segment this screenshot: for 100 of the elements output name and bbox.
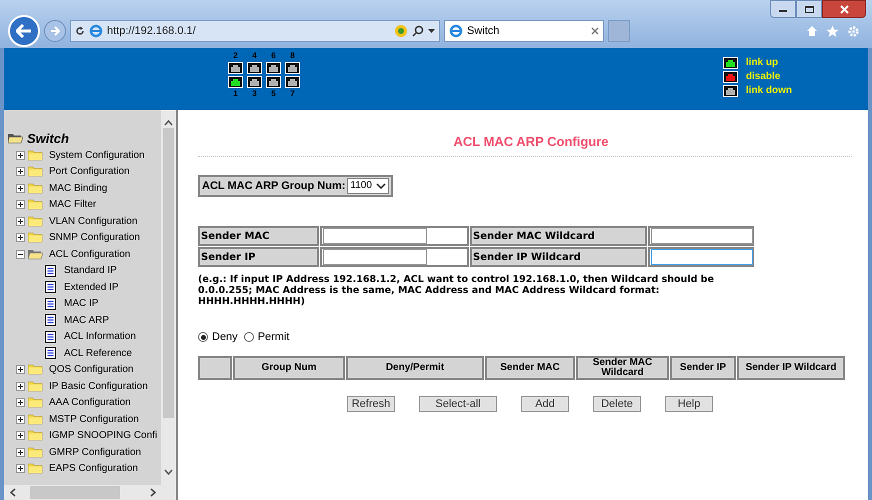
browser-tab[interactable]: Switch [444, 20, 604, 42]
scroll-down-icon[interactable] [164, 469, 173, 475]
text-input[interactable] [651, 228, 753, 244]
expand-icon[interactable] [16, 382, 25, 391]
legend-label: link up [746, 56, 778, 70]
folder-icon [28, 414, 43, 425]
tree-item[interactable]: MAC ARP [64, 312, 110, 328]
expand-icon[interactable] [16, 233, 25, 242]
action-button[interactable]: Help [665, 396, 713, 412]
star-icon[interactable] [826, 24, 839, 38]
field-label: Sender IP [198, 247, 319, 267]
legend-label: link down [746, 84, 792, 98]
tree-item[interactable]: GMRP Configuration [49, 444, 142, 460]
minimize-button[interactable] [770, 0, 796, 18]
scrollbar-thumb[interactable] [163, 128, 174, 418]
forward-button[interactable] [44, 20, 66, 42]
tree-item[interactable]: MAC Binding [49, 180, 108, 196]
tree-item[interactable]: IGMP SNOOPING Confi [49, 428, 158, 444]
expand-icon[interactable] [16, 398, 25, 408]
format-note: (e.g.: If input IP Address 192.168.1.2, ACL want to control 192.168.1.0, then Wildcard should be 0.0.0.255; MAC Address is the same, MAC Address and MAC Address Wildcard format: HHHH.HHHH.HHHH) [198, 274, 715, 307]
url-text: http://192.168.0.1/ [107, 24, 197, 39]
column-header: Sender MAC Wildcard [576, 356, 669, 380]
port-icon[interactable] [722, 84, 738, 96]
scroll-right-icon[interactable] [150, 488, 156, 497]
scroll-left-icon[interactable] [10, 488, 16, 497]
tree-item[interactable]: Extended IP [64, 280, 118, 295]
port-icon[interactable] [266, 76, 281, 88]
tree-item[interactable]: SNMP Configuration [49, 230, 140, 246]
port-icon[interactable] [285, 76, 300, 88]
address-bar[interactable]: http://192.168.0.1/ [70, 20, 440, 42]
tree-item[interactable]: Standard IP [64, 263, 117, 278]
column-header: Group Num [233, 356, 345, 380]
port-icon[interactable] [266, 62, 281, 74]
scrollbar-thumb[interactable] [30, 486, 120, 499]
tree-item[interactable]: MAC IP [64, 296, 98, 312]
tree-item[interactable]: ACL Configuration [49, 246, 130, 262]
port-icon[interactable] [722, 56, 738, 68]
field-label: Sender MAC Wildcard [470, 226, 647, 246]
back-button[interactable] [8, 15, 40, 47]
expand-icon[interactable] [16, 464, 25, 474]
dropdown-caret-icon[interactable] [428, 28, 435, 34]
tree-item[interactable]: AAA Configuration [49, 395, 131, 410]
port-icon[interactable] [247, 62, 262, 74]
tree-item[interactable]: System Configuration [49, 148, 145, 163]
tree-item[interactable]: Port Configuration [49, 164, 130, 180]
port-icon[interactable] [247, 76, 262, 88]
tree-item[interactable]: ACL Information [64, 329, 136, 344]
group-num-dropdown[interactable]: 1100 [347, 178, 389, 194]
refresh-icon[interactable] [75, 26, 85, 36]
close-tab-icon[interactable] [591, 27, 599, 35]
tree-item[interactable]: QOS Configuration [49, 362, 134, 378]
close-button[interactable] [822, 0, 866, 18]
expand-icon[interactable] [16, 448, 25, 457]
port-number: 2 [232, 52, 239, 60]
text-input[interactable] [323, 249, 427, 265]
maximize-button[interactable] [796, 0, 822, 18]
expand-icon[interactable] [16, 167, 25, 176]
action-button[interactable]: Add [521, 396, 569, 412]
tree-item[interactable]: MSTP Configuration [49, 412, 139, 427]
expand-icon[interactable] [16, 216, 25, 226]
action-button[interactable]: Select-all [419, 396, 497, 412]
port-icon[interactable] [722, 70, 738, 82]
action-button[interactable]: Refresh [347, 396, 395, 412]
action-button[interactable]: Delete [593, 396, 641, 412]
tree-root[interactable]: Switch [27, 128, 69, 148]
open-folder-icon [8, 133, 23, 144]
expand-icon[interactable] [16, 414, 25, 424]
arrow-left-icon [16, 24, 32, 38]
port-number: 5 [270, 90, 277, 98]
horizontal-scrollbar[interactable] [4, 485, 176, 500]
tree-item[interactable]: EAPS Configuration [49, 461, 138, 476]
expand-icon[interactable] [16, 184, 25, 193]
port-number: 1 [232, 90, 239, 98]
text-input[interactable] [651, 249, 753, 265]
vertical-scrollbar[interactable] [161, 110, 176, 485]
field-label: Sender IP Wildcard [470, 247, 647, 267]
tree-item[interactable]: ACL Reference [64, 346, 132, 361]
port-number: 3 [251, 90, 258, 98]
port-icon[interactable] [228, 62, 243, 74]
arrow-right-icon [50, 26, 60, 36]
page-icon [45, 330, 56, 343]
tree-item[interactable]: MAC Filter [49, 197, 96, 212]
tree-item[interactable]: IP Basic Configuration [49, 378, 148, 394]
port-icon[interactable] [285, 62, 300, 74]
tree-item[interactable]: VLAN Configuration [49, 214, 138, 229]
expand-icon[interactable] [16, 365, 25, 374]
column-header [198, 356, 232, 380]
radio-option[interactable]: Deny [198, 329, 238, 346]
expand-icon[interactable] [16, 150, 25, 160]
collapse-icon[interactable] [16, 250, 25, 259]
search-icon[interactable] [412, 25, 424, 37]
scroll-up-icon[interactable] [164, 120, 173, 126]
column-header: Deny/Permit [346, 356, 484, 380]
text-input[interactable] [323, 228, 427, 244]
expand-icon[interactable] [16, 431, 25, 440]
port-icon[interactable] [228, 76, 243, 88]
expand-icon[interactable] [16, 200, 25, 210]
radio-option[interactable]: Permit [244, 329, 290, 346]
folder-icon [28, 364, 43, 376]
folder-icon [28, 430, 43, 442]
